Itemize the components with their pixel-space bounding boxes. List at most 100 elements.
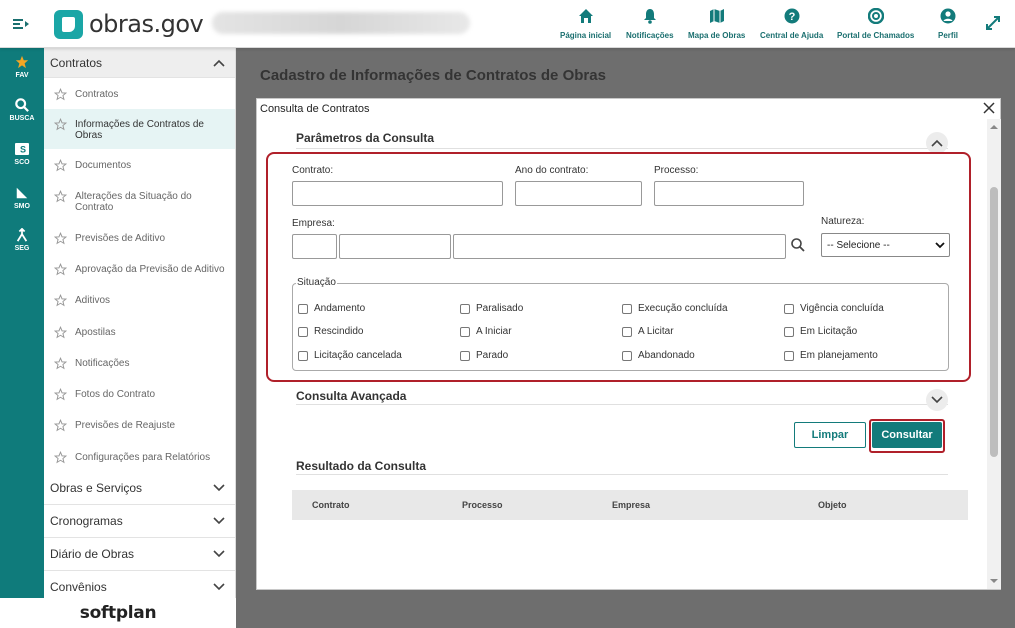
- star-outline-icon[interactable]: [54, 190, 67, 203]
- search-icon[interactable]: [790, 237, 806, 253]
- sidebar-section-contratos[interactable]: Contratos: [44, 48, 235, 78]
- sidebar-item[interactable]: Alterações da Situação do Contrato: [44, 181, 235, 222]
- checkbox-box[interactable]: [460, 303, 470, 314]
- situacao-checkbox[interactable]: Licitação cancelada: [298, 350, 402, 361]
- situacao-checkbox[interactable]: Vigência concluída: [784, 303, 884, 314]
- sidebar-item[interactable]: Informações de Contratos de Obras: [44, 109, 235, 149]
- checkbox-label: Abandonado: [638, 350, 695, 361]
- nav-home[interactable]: Página inicial: [560, 8, 611, 40]
- situacao-checkbox[interactable]: Abandonado: [622, 350, 695, 361]
- logo-mark-icon: [54, 9, 83, 39]
- close-icon[interactable]: [982, 101, 996, 115]
- empresa-name-input[interactable]: [453, 234, 786, 259]
- sidebar-item[interactable]: Contratos: [44, 78, 235, 109]
- sidebar-section[interactable]: Convênios: [44, 571, 235, 598]
- checkbox-box[interactable]: [622, 350, 632, 361]
- situacao-checkbox[interactable]: Em planejamento: [784, 350, 878, 361]
- checkbox-box[interactable]: [298, 303, 308, 314]
- checkbox-box[interactable]: [298, 326, 308, 337]
- sidebar-item[interactable]: Aditivos: [44, 284, 235, 316]
- sidebar-item[interactable]: Apostilas: [44, 316, 235, 347]
- situacao-checkbox[interactable]: A Licitar: [622, 326, 674, 337]
- sidebar-item[interactable]: Aprovação da Previsão de Aditivo: [44, 253, 235, 284]
- star-outline-icon[interactable]: [54, 88, 67, 101]
- chevron-down-icon: [213, 517, 225, 525]
- result-title: Resultado da Consulta: [296, 459, 427, 473]
- sidebar-section-label: Convênios: [50, 580, 107, 594]
- svg-text:?: ?: [788, 11, 795, 23]
- star-outline-icon[interactable]: [54, 263, 67, 276]
- sidebar-item[interactable]: Notificações: [44, 347, 235, 378]
- sidebar-section[interactable]: Diário de Obras: [44, 538, 235, 571]
- rail-sco[interactable]: S SCO: [0, 142, 44, 182]
- checkbox-box[interactable]: [460, 326, 470, 337]
- sidebar-section[interactable]: Obras e Serviços: [44, 472, 235, 505]
- natureza-select[interactable]: -- Selecione --: [821, 233, 950, 257]
- situacao-checkbox[interactable]: Execução concluída: [622, 303, 728, 314]
- col-contrato[interactable]: Contrato: [312, 500, 350, 510]
- nav-notifications[interactable]: Notificações: [626, 8, 674, 40]
- scroll-down-icon[interactable]: [987, 576, 1001, 586]
- params-collapse-button[interactable]: [926, 132, 948, 154]
- expand-icon[interactable]: [984, 14, 1002, 32]
- checkbox-box[interactable]: [784, 303, 794, 314]
- nav-help[interactable]: ? Central de Ajuda: [760, 8, 823, 40]
- search-icon: [15, 98, 29, 112]
- checkbox-box[interactable]: [622, 326, 632, 337]
- search-button[interactable]: Consultar: [872, 422, 942, 448]
- star-outline-icon[interactable]: [54, 451, 67, 464]
- scroll-thumb[interactable]: [990, 187, 998, 457]
- situacao-checkbox[interactable]: Paralisado: [460, 303, 523, 314]
- star-outline-icon[interactable]: [54, 232, 67, 245]
- checkbox-box[interactable]: [784, 350, 794, 361]
- clear-button[interactable]: Limpar: [794, 422, 866, 448]
- star-outline-icon[interactable]: [54, 326, 67, 339]
- menu-collapse-icon[interactable]: [12, 15, 30, 33]
- star-outline-icon[interactable]: [54, 294, 67, 307]
- checkbox-box[interactable]: [460, 350, 470, 361]
- nav-tickets[interactable]: Portal de Chamados: [837, 8, 914, 40]
- nav-profile[interactable]: Perfil: [938, 8, 958, 40]
- page-title: Cadastro de Informações de Contratos de …: [260, 67, 606, 84]
- rail-smo[interactable]: SMO: [0, 186, 44, 226]
- checkbox-box[interactable]: [622, 303, 632, 314]
- col-empresa[interactable]: Empresa: [612, 500, 650, 510]
- sidebar-item[interactable]: Previsões de Reajuste: [44, 409, 235, 441]
- star-outline-icon[interactable]: [54, 388, 67, 401]
- advanced-expand-button[interactable]: [926, 389, 948, 411]
- processo-input[interactable]: [654, 181, 804, 206]
- ano-input[interactable]: [515, 181, 642, 206]
- sidebar-item[interactable]: Fotos do Contrato: [44, 378, 235, 409]
- sidebar-section[interactable]: Cronogramas: [44, 505, 235, 538]
- checkbox-label: Parado: [476, 350, 509, 361]
- checkbox-label: Execução concluída: [638, 303, 728, 314]
- star-outline-icon[interactable]: [54, 159, 67, 172]
- empresa-doc-input[interactable]: [339, 234, 451, 259]
- col-objeto[interactable]: Objeto: [818, 500, 847, 510]
- sidebar-item[interactable]: Configurações para Relatórios: [44, 441, 235, 472]
- situacao-checkbox[interactable]: Rescindido: [298, 326, 363, 337]
- situacao-checkbox[interactable]: A Iniciar: [460, 326, 512, 337]
- contrato-input[interactable]: [292, 181, 503, 206]
- star-outline-icon[interactable]: [54, 419, 67, 432]
- rail-search[interactable]: BUSCA: [0, 98, 44, 138]
- checkbox-box[interactable]: [298, 350, 308, 361]
- nav-map[interactable]: Mapa de Obras: [688, 8, 745, 40]
- situacao-checkbox[interactable]: Andamento: [298, 303, 365, 314]
- star-outline-icon[interactable]: [54, 118, 67, 131]
- sidebar-item[interactable]: Previsões de Aditivo: [44, 222, 235, 253]
- checkbox-box[interactable]: [784, 326, 794, 337]
- empresa-code-input[interactable]: [292, 234, 337, 259]
- star-outline-icon[interactable]: [54, 357, 67, 370]
- scroll-up-icon[interactable]: [987, 122, 1001, 132]
- situacao-checkbox[interactable]: Parado: [460, 350, 508, 361]
- modal-scrollbar[interactable]: [987, 119, 1001, 589]
- sidebar-item-label: Previsões de Reajuste: [75, 420, 176, 431]
- rail-fav[interactable]: FAV: [0, 55, 44, 95]
- sidebar-item[interactable]: Documentos: [44, 149, 235, 181]
- app-logo[interactable]: obras.gov: [54, 8, 204, 40]
- col-processo[interactable]: Processo: [462, 500, 503, 510]
- rail-seg[interactable]: SEG: [0, 228, 44, 268]
- situacao-checkbox[interactable]: Em Licitação: [784, 326, 857, 337]
- advanced-header[interactable]: Consulta Avançada: [296, 389, 948, 405]
